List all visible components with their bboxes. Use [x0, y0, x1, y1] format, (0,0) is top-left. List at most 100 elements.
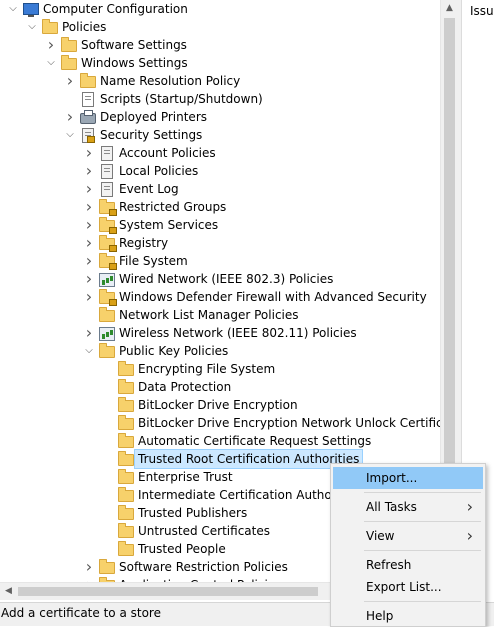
- folder-icon: [79, 73, 96, 89]
- folder-icon: [98, 559, 115, 575]
- tree-item-label: Name Resolution Policy: [100, 74, 241, 88]
- locked-folder-icon: [98, 289, 117, 306]
- chevron-right-icon[interactable]: ›: [83, 198, 95, 216]
- menu-item-view[interactable]: View ›: [333, 525, 483, 547]
- tree-item-label: Windows Defender Firewall with Advanced …: [119, 290, 427, 304]
- folder-icon: [98, 343, 115, 359]
- tree-item-label: BitLocker Drive Encryption Network Unloc…: [138, 416, 440, 430]
- policy-doc-icon: [98, 145, 114, 161]
- tree-item-label: Trusted People: [138, 542, 226, 556]
- menu-item-label: View: [366, 529, 395, 543]
- printer-icon: [79, 109, 96, 125]
- chevron-right-icon[interactable]: ›: [83, 216, 95, 234]
- menu-item-import[interactable]: Import...: [333, 467, 483, 489]
- chevron-right-icon[interactable]: ›: [83, 270, 95, 288]
- chevron-right-icon[interactable]: ›: [83, 252, 95, 270]
- chevron-right-icon[interactable]: ›: [83, 324, 95, 342]
- tree-item-label: Registry: [119, 236, 169, 250]
- chevron-right-icon[interactable]: ›: [64, 108, 76, 126]
- menu-item-label: All Tasks: [366, 500, 417, 514]
- folder-icon: [60, 55, 77, 71]
- scroll-left-arrow-icon[interactable]: ◀: [0, 583, 17, 600]
- tree-item-label: Policies: [62, 20, 107, 34]
- menu-separator: [364, 521, 481, 522]
- policy-doc-icon: [98, 181, 114, 197]
- menu-separator: [364, 492, 481, 493]
- chevron-right-icon[interactable]: ›: [83, 234, 95, 252]
- chevron-down-icon[interactable]: ⌵: [26, 18, 38, 36]
- folder-icon: [60, 37, 77, 53]
- tree-item-label: Windows Settings: [81, 56, 188, 70]
- tree-item-label: Untrusted Certificates: [138, 524, 270, 538]
- tree-item-label: Computer Configuration: [43, 2, 188, 16]
- locked-folder-icon: [98, 235, 117, 252]
- locked-folder-icon: [98, 217, 117, 234]
- folder-icon: [117, 451, 134, 467]
- tree-item-label: Wireless Network (IEEE 802.11) Policies: [119, 326, 357, 340]
- chevron-down-icon[interactable]: ⌵: [45, 54, 57, 72]
- tree-item-label: File System: [119, 254, 188, 268]
- tree-item-label: Trusted Publishers: [138, 506, 248, 520]
- menu-item-export-list[interactable]: Export List...: [333, 576, 483, 598]
- folder-icon: [117, 397, 134, 413]
- locked-folder-icon: [98, 253, 117, 270]
- tree-item-label: Data Protection: [138, 380, 232, 394]
- locked-folder-icon: [98, 199, 117, 216]
- folder-icon: [117, 505, 134, 521]
- tree-item-label: Trusted Root Certification Authorities: [133, 449, 364, 469]
- security-settings-icon: [79, 127, 95, 143]
- folder-icon: [117, 469, 134, 485]
- network-policy-icon: [98, 271, 115, 287]
- menu-separator: [364, 550, 481, 551]
- tree-item-label: Local Policies: [119, 164, 199, 178]
- tree-item-label: Scripts (Startup/Shutdown): [100, 92, 263, 106]
- chevron-right-icon[interactable]: ›: [83, 144, 95, 162]
- chevron-right-icon[interactable]: ›: [83, 180, 95, 198]
- chevron-right-icon[interactable]: ›: [64, 72, 76, 90]
- tree-item-label: Account Policies: [119, 146, 216, 160]
- folder-icon: [117, 523, 134, 539]
- chevron-down-icon[interactable]: ⌵: [64, 126, 76, 144]
- tree-item-label: Automatic Certificate Request Settings: [138, 434, 372, 448]
- tree-item-label: Deployed Printers: [100, 110, 208, 124]
- folder-icon: [117, 541, 134, 557]
- submenu-arrow-icon: ›: [466, 497, 473, 516]
- tree-item-label: Enterprise Trust: [138, 470, 233, 484]
- script-icon: [79, 91, 95, 107]
- scroll-thumb[interactable]: [444, 18, 455, 463]
- submenu-arrow-icon: ›: [466, 526, 473, 545]
- horizontal-scroll-thumb[interactable]: [18, 587, 318, 596]
- tree-item-label: Software Restriction Policies: [119, 560, 288, 574]
- chevron-down-icon[interactable]: ⌵: [83, 342, 95, 360]
- scroll-up-arrow-icon[interactable]: ▲: [441, 0, 458, 17]
- tree-item-label: Network List Manager Policies: [119, 308, 299, 322]
- tree-item-label: Software Settings: [81, 38, 187, 52]
- folder-icon: [117, 487, 134, 503]
- folder-icon: [117, 433, 134, 449]
- chevron-right-icon[interactable]: ›: [83, 558, 95, 576]
- menu-item-label: Export List...: [366, 580, 442, 594]
- menu-item-help[interactable]: Help: [333, 605, 483, 627]
- chevron-right-icon[interactable]: ›: [83, 288, 95, 306]
- menu-item-label: Import...: [366, 471, 418, 485]
- tree-item-label: System Services: [119, 218, 219, 232]
- menu-separator: [364, 601, 481, 602]
- tree-item-label: Event Log: [119, 182, 179, 196]
- menu-item-label: Help: [366, 609, 394, 623]
- tree-item-label: Wired Network (IEEE 802.3) Policies: [119, 272, 334, 286]
- chevron-right-icon[interactable]: ›: [45, 36, 57, 54]
- folder-icon: [98, 307, 115, 323]
- chevron-right-icon[interactable]: ›: [83, 162, 95, 180]
- menu-item-all-tasks[interactable]: All Tasks ›: [333, 496, 483, 518]
- tree-item-label: Encrypting File System: [138, 362, 276, 376]
- network-policy-icon: [98, 325, 115, 341]
- column-header-issued-to[interactable]: Issued To: [470, 4, 494, 18]
- chevron-down-icon[interactable]: ⌵: [7, 0, 19, 18]
- context-menu: Import... All Tasks › View › Refresh Export Li…: [330, 463, 486, 627]
- folder-icon: [117, 415, 134, 431]
- folder-icon: [117, 361, 134, 377]
- tree-item-label: Public Key Policies: [119, 344, 229, 358]
- menu-item-label: Refresh: [366, 558, 412, 572]
- folder-icon: [41, 19, 58, 35]
- menu-item-refresh[interactable]: Refresh: [333, 554, 483, 576]
